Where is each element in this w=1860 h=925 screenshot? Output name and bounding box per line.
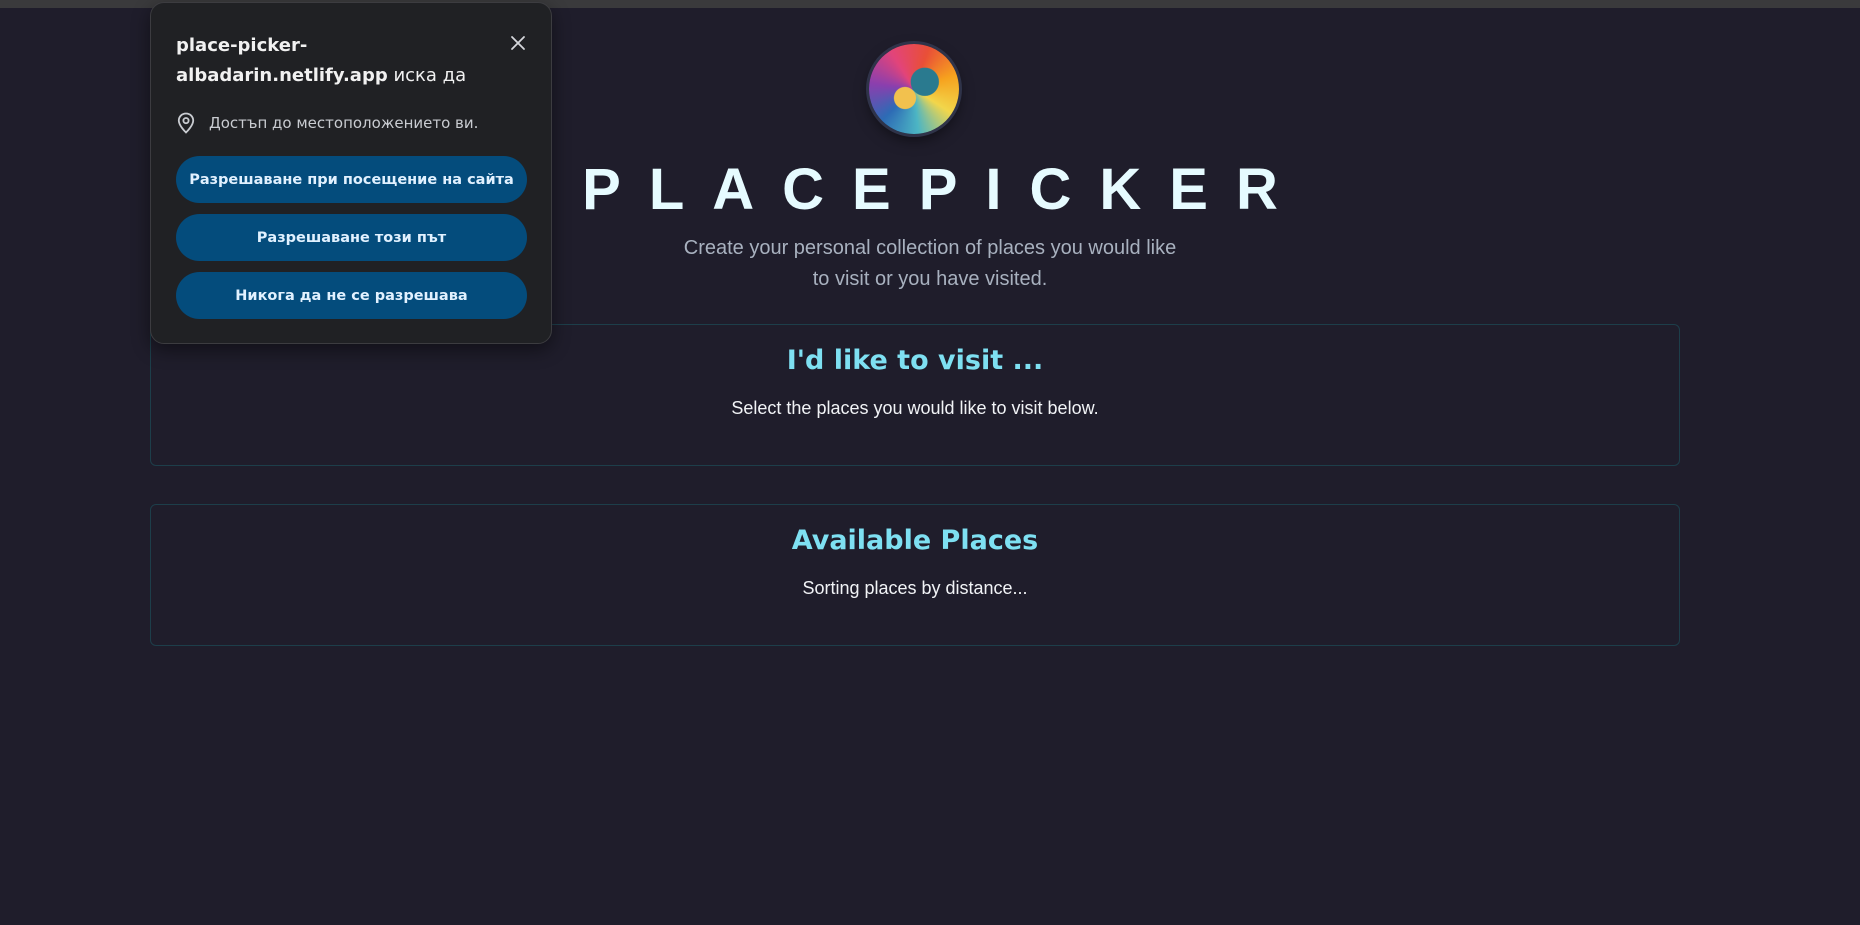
permission-row: Достъп до местоположението ви. bbox=[177, 111, 478, 135]
visit-section-heading: I'd like to visit ... bbox=[786, 345, 1044, 376]
available-places-section: Available Places Sorting places by dista… bbox=[150, 504, 1680, 646]
available-places-heading: Available Places bbox=[791, 525, 1039, 556]
site-origin: place-picker-albadarin.netlify.app bbox=[176, 35, 388, 86]
visit-section: I'd like to visit ... Select the places … bbox=[150, 324, 1680, 466]
location-pin-icon bbox=[177, 112, 195, 134]
close-icon bbox=[511, 36, 525, 50]
page-subtitle: Create your personal collection of place… bbox=[683, 237, 1177, 290]
request-suffix: иска да bbox=[393, 65, 467, 86]
visit-section-text: Select the places you would like to visi… bbox=[731, 398, 1099, 418]
allow-once-button[interactable]: Разрешаване този път bbox=[176, 214, 527, 261]
sorting-status-text: Sorting places by distance... bbox=[802, 578, 1028, 598]
allow-on-visit-button[interactable]: Разрешаване при посещение на сайта bbox=[176, 156, 527, 203]
never-allow-button[interactable]: Никога да не се разрешава bbox=[176, 272, 527, 319]
permission-popup-title: place-picker-albadarin.netlify.app иска … bbox=[176, 31, 496, 91]
globe-logo bbox=[869, 44, 959, 134]
permission-text: Достъп до местоположението ви. bbox=[209, 114, 479, 132]
close-popup-button[interactable] bbox=[504, 29, 532, 57]
location-permission-popup: place-picker-albadarin.netlify.app иска … bbox=[150, 2, 552, 344]
